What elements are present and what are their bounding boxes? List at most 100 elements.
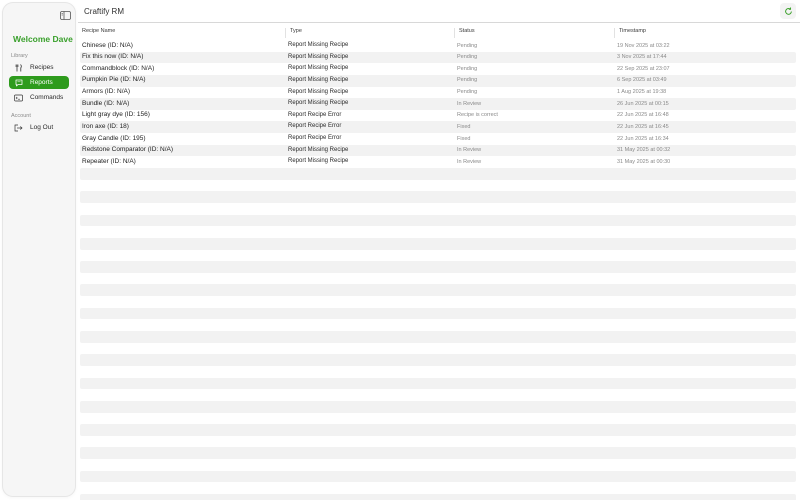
table-header: Recipe Name Type Status Timestamp xyxy=(78,24,800,38)
empty-row xyxy=(80,331,796,343)
cell-type: Report Missing Recipe xyxy=(288,53,349,60)
header-bar: Craftify RM xyxy=(78,0,800,23)
empty-row xyxy=(80,436,796,448)
table-row[interactable]: Gray Candle (ID: 195) Report Recipe Error… xyxy=(80,133,796,145)
cell-type: Report Missing Recipe xyxy=(288,100,349,107)
cell-status: In Review xyxy=(457,147,482,154)
empty-row xyxy=(80,470,796,483)
sidebar-toggle-icon xyxy=(59,10,71,20)
cell-recipe-name: Bundle (ID: N/A) xyxy=(82,99,130,107)
table-row[interactable]: Light gray dye (ID: 156) Report Recipe Er… xyxy=(80,110,796,122)
table-row[interactable]: Fix this now (ID: N/A) Report Missing Rec… xyxy=(80,51,796,64)
empty-row xyxy=(80,447,796,460)
cell-status: Pending xyxy=(457,65,478,72)
cell-type: Report Missing Recipe xyxy=(288,88,349,95)
empty-row xyxy=(80,319,796,331)
cell-type: Report Missing Recipe xyxy=(288,42,349,48)
sidebar-item-logout[interactable]: Log Out xyxy=(9,121,69,134)
terminal-icon xyxy=(14,93,23,102)
table-row[interactable]: Chinese (ID: N/A) Report Missing Recipe Pe… xyxy=(80,40,796,52)
empty-row xyxy=(80,237,796,250)
cell-timestamp: 31 May 2025 at 00:32 xyxy=(617,147,671,154)
cell-timestamp: 6 Sep 2025 at 03:49 xyxy=(617,77,667,84)
sidebar-item-label: Reports xyxy=(30,79,53,86)
empty-row xyxy=(80,354,796,366)
cell-recipe-name: Pumpkin Pie (ID: N/A) xyxy=(82,76,146,84)
empty-row xyxy=(80,377,796,390)
cell-recipe-name: Armors (ID: N/A) xyxy=(82,88,131,96)
sidebar: Welcome Dave Library Recipes Reports Com… xyxy=(3,3,75,496)
column-header-timestamp[interactable]: Timestamp xyxy=(614,28,800,38)
table-row[interactable]: Armors (ID: N/A) Report Missing Recipe Pen… xyxy=(80,87,796,99)
fork-knife-icon xyxy=(14,63,23,72)
table-row[interactable]: Pumpkin Pie (ID: N/A) Report Missing Reci… xyxy=(80,74,796,87)
cell-timestamp: 1 Aug 2025 at 19:38 xyxy=(617,89,667,96)
empty-row xyxy=(80,168,796,180)
app-window: Welcome Dave Library Recipes Reports Com… xyxy=(0,0,800,500)
cell-recipe-name: Iron axe (ID: 18) xyxy=(82,122,129,130)
empty-row xyxy=(80,459,796,471)
cell-recipe-name: Repeater (ID: N/A) xyxy=(82,157,136,165)
cell-status: Pending xyxy=(457,42,478,49)
reports-table: Recipe Name Type Status Timestamp Chines… xyxy=(78,24,800,500)
refresh-button[interactable] xyxy=(780,3,796,19)
logout-icon xyxy=(14,123,23,132)
cell-type: Report Missing Recipe xyxy=(288,65,349,72)
cell-status: Pending xyxy=(457,89,478,96)
page-title: Craftify RM xyxy=(84,7,124,16)
cell-type: Report Recipe Error xyxy=(288,135,342,142)
column-header-recipe-name[interactable]: Recipe Name xyxy=(78,28,285,38)
column-header-type[interactable]: Type xyxy=(285,28,454,38)
empty-row xyxy=(80,493,796,500)
table-row[interactable]: Bundle (ID: N/A) Report Missing Recipe In … xyxy=(80,98,796,110)
cell-type: Report Missing Recipe xyxy=(288,146,349,153)
empty-row xyxy=(80,296,796,308)
empty-row xyxy=(80,366,796,378)
cell-recipe-name: Fix this now (ID: N/A) xyxy=(82,53,144,61)
cell-type: Report Recipe Error xyxy=(288,111,342,118)
cell-recipe-name: Commandblock (ID: N/A) xyxy=(82,64,155,72)
cell-status: Pending xyxy=(457,77,478,84)
empty-row xyxy=(80,389,796,401)
table-row[interactable]: Repeater (ID: N/A) Report Missing Recipe I… xyxy=(80,156,796,168)
empty-row xyxy=(80,261,796,273)
empty-row xyxy=(80,226,796,238)
cell-recipe-name: Redstone Comparator (ID: N/A) xyxy=(82,146,174,154)
welcome-text: Welcome Dave xyxy=(13,34,73,44)
section-label-account: Account xyxy=(11,113,31,119)
empty-row xyxy=(80,214,796,227)
empty-row xyxy=(80,400,796,413)
empty-row xyxy=(80,180,796,192)
cell-status: In Review xyxy=(457,158,482,165)
sidebar-item-reports[interactable]: Reports xyxy=(9,76,69,89)
cell-timestamp: 26 Jun 2025 at 00:15 xyxy=(617,100,669,107)
empty-row xyxy=(80,424,796,436)
table-body: Chinese (ID: N/A) Report Missing Recipe Pe… xyxy=(78,40,800,500)
column-header-status[interactable]: Status xyxy=(454,28,614,38)
cell-status: Pending xyxy=(457,54,478,61)
sidebar-item-recipes[interactable]: Recipes xyxy=(9,61,69,74)
empty-row xyxy=(80,203,796,215)
empty-row xyxy=(80,273,796,285)
cell-timestamp: 22 Jun 2025 at 16:34 xyxy=(617,135,669,142)
sidebar-item-label: Commands xyxy=(30,94,64,101)
empty-row xyxy=(80,482,796,494)
cell-status: Fixed xyxy=(457,123,471,130)
table-row[interactable]: Iron axe (ID: 18) Report Recipe Error Fixe… xyxy=(80,121,796,134)
sidebar-item-commands[interactable]: Commands xyxy=(9,91,69,104)
table-row[interactable]: Commandblock (ID: N/A) Report Missing Rec… xyxy=(80,63,796,75)
sidebar-toggle-button[interactable] xyxy=(58,9,72,21)
cell-type: Report Missing Recipe xyxy=(288,76,349,83)
section-label-library: Library xyxy=(11,53,28,59)
cell-timestamp: 22 Jun 2025 at 16:45 xyxy=(617,123,669,130)
empty-row xyxy=(80,191,796,203)
cell-timestamp: 22 Jun 2025 at 16:48 xyxy=(617,112,669,119)
cell-timestamp: 19 Nov 2025 at 03:22 xyxy=(617,42,670,49)
empty-row xyxy=(80,343,796,355)
table-row[interactable]: Redstone Comparator (ID: N/A) Report Miss… xyxy=(80,144,796,157)
cell-status: In Review xyxy=(457,100,482,107)
cell-recipe-name: Gray Candle (ID: 195) xyxy=(82,134,146,142)
cell-status: Recipe is correct xyxy=(457,112,498,119)
empty-row xyxy=(80,250,796,262)
sidebar-item-label: Log Out xyxy=(30,124,54,131)
